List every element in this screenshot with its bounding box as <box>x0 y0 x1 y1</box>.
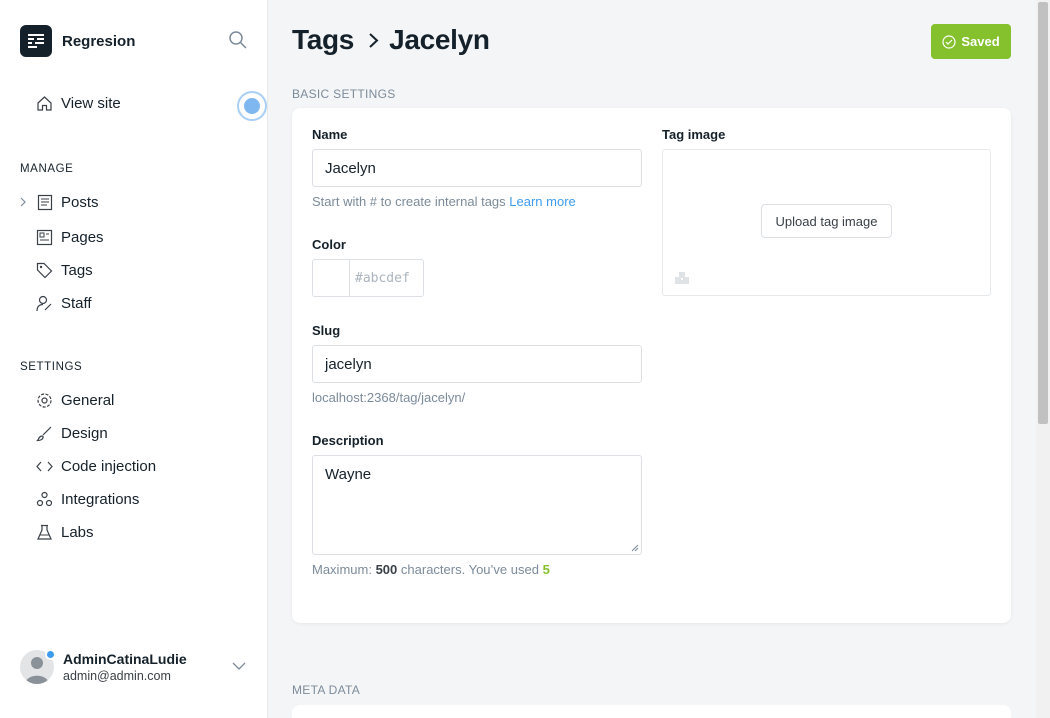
saved-button[interactable]: Saved <box>931 24 1011 59</box>
tag-image-dropzone[interactable]: Upload tag image <box>662 149 991 296</box>
user-name: AdminCatinaLudie <box>63 651 187 667</box>
resize-handle-icon[interactable] <box>631 544 639 552</box>
basic-settings-title: BASIC SETTINGS <box>292 87 396 101</box>
scrollbar-thumb[interactable] <box>1038 2 1048 424</box>
view-site-label: View site <box>61 95 121 112</box>
scrollbar[interactable] <box>1036 0 1050 718</box>
saved-label: Saved <box>961 34 1000 49</box>
user-email: admin@admin.com <box>63 669 171 683</box>
sidebar-item-label: Posts <box>61 193 99 211</box>
color-swatch[interactable] <box>312 259 349 297</box>
max-value: 500 <box>375 562 398 577</box>
staff-icon <box>36 295 52 311</box>
home-icon <box>37 96 52 111</box>
sidebar-item-label: Staff <box>61 294 92 312</box>
slug-label: Slug <box>312 323 341 338</box>
brush-icon <box>36 426 52 441</box>
sidebar-item-tags[interactable]: Tags <box>36 259 93 281</box>
manage-section-title: MANAGE <box>20 163 74 175</box>
online-status-dot <box>45 649 56 660</box>
page-title: Jacelyn <box>389 24 490 55</box>
code-icon <box>36 461 53 471</box>
chevron-right-icon[interactable] <box>19 196 27 208</box>
breadcrumb: Tags Jacelyn <box>292 24 490 56</box>
description-counter: Maximum: 500 characters. You’ve used 5 <box>312 562 550 577</box>
meta-data-title: META DATA <box>292 683 361 697</box>
sidebar-item-label: Design <box>61 424 108 442</box>
name-label: Name <box>312 127 348 142</box>
posts-icon <box>37 194 53 210</box>
brand-name: Regresion <box>62 32 136 50</box>
used-count: 5 <box>542 562 550 577</box>
flask-icon <box>37 524 52 540</box>
sidebar-item-label: General <box>61 391 115 409</box>
name-hint: Start with # to create internal tags Lea… <box>312 194 576 209</box>
sidebar-item-label: Pages <box>61 228 104 246</box>
slug-input[interactable]: jacelyn <box>312 345 642 383</box>
sidebar-item-code-injection[interactable]: Code injection <box>36 455 156 477</box>
pages-icon <box>36 229 53 245</box>
tag-icon <box>36 262 53 278</box>
slug-url: localhost:2368/tag/jacelyn/ <box>312 390 466 405</box>
sidebar-item-staff[interactable]: Staff <box>36 292 92 314</box>
learn-more-link[interactable]: Learn more <box>509 194 575 209</box>
view-site-link[interactable]: View site <box>36 95 121 112</box>
sidebar-item-label: Code injection <box>61 457 157 475</box>
notification-dot[interactable] <box>237 91 267 121</box>
sidebar-item-label: Integrations <box>61 490 140 508</box>
name-hint-text: Start with # to create internal tags <box>312 194 506 209</box>
sidebar-item-labs[interactable]: Labs <box>36 521 94 543</box>
sidebar-item-general[interactable]: General <box>36 389 114 411</box>
user-menu[interactable]: AdminCatinaLudie admin@admin.com <box>20 649 250 684</box>
sidebar-item-pages[interactable]: Pages <box>36 226 104 248</box>
color-label: Color <box>312 237 346 252</box>
meta-data-card <box>292 705 1011 718</box>
sidebar-item-label: Labs <box>61 523 94 541</box>
tag-image-label: Tag image <box>662 127 726 142</box>
integrations-icon <box>36 491 53 506</box>
sidebar-item-integrations[interactable]: Integrations <box>36 488 139 510</box>
max-prefix: Maximum: <box>312 562 372 577</box>
breadcrumb-parent-link[interactable]: Tags <box>292 24 354 56</box>
brand[interactable]: Regresion <box>20 25 135 57</box>
max-suffix: characters. You’ve used <box>400 562 539 577</box>
sidebar: Regresion View site MANAGE Posts Pages T… <box>0 0 268 718</box>
check-circle-icon <box>942 34 956 49</box>
description-label: Description <box>312 433 384 448</box>
gear-icon <box>37 392 52 408</box>
upload-tag-image-button[interactable]: Upload tag image <box>761 204 892 238</box>
chevron-down-icon[interactable] <box>232 662 246 670</box>
sidebar-item-label: Tags <box>61 261 93 279</box>
image-placeholder-icon <box>675 272 689 284</box>
sidebar-item-design[interactable]: Design <box>36 422 108 444</box>
color-input[interactable]: #abcdef <box>349 259 424 297</box>
settings-section-title: SETTINGS <box>20 361 83 373</box>
brand-logo-icon <box>20 25 52 57</box>
chevron-right-icon <box>369 32 379 48</box>
sidebar-item-posts[interactable]: Posts <box>36 191 99 213</box>
description-textarea[interactable]: Wayne <box>312 455 642 555</box>
search-icon[interactable] <box>228 30 248 50</box>
description-value: Wayne <box>325 466 372 483</box>
name-input[interactable]: Jacelyn <box>312 149 642 187</box>
